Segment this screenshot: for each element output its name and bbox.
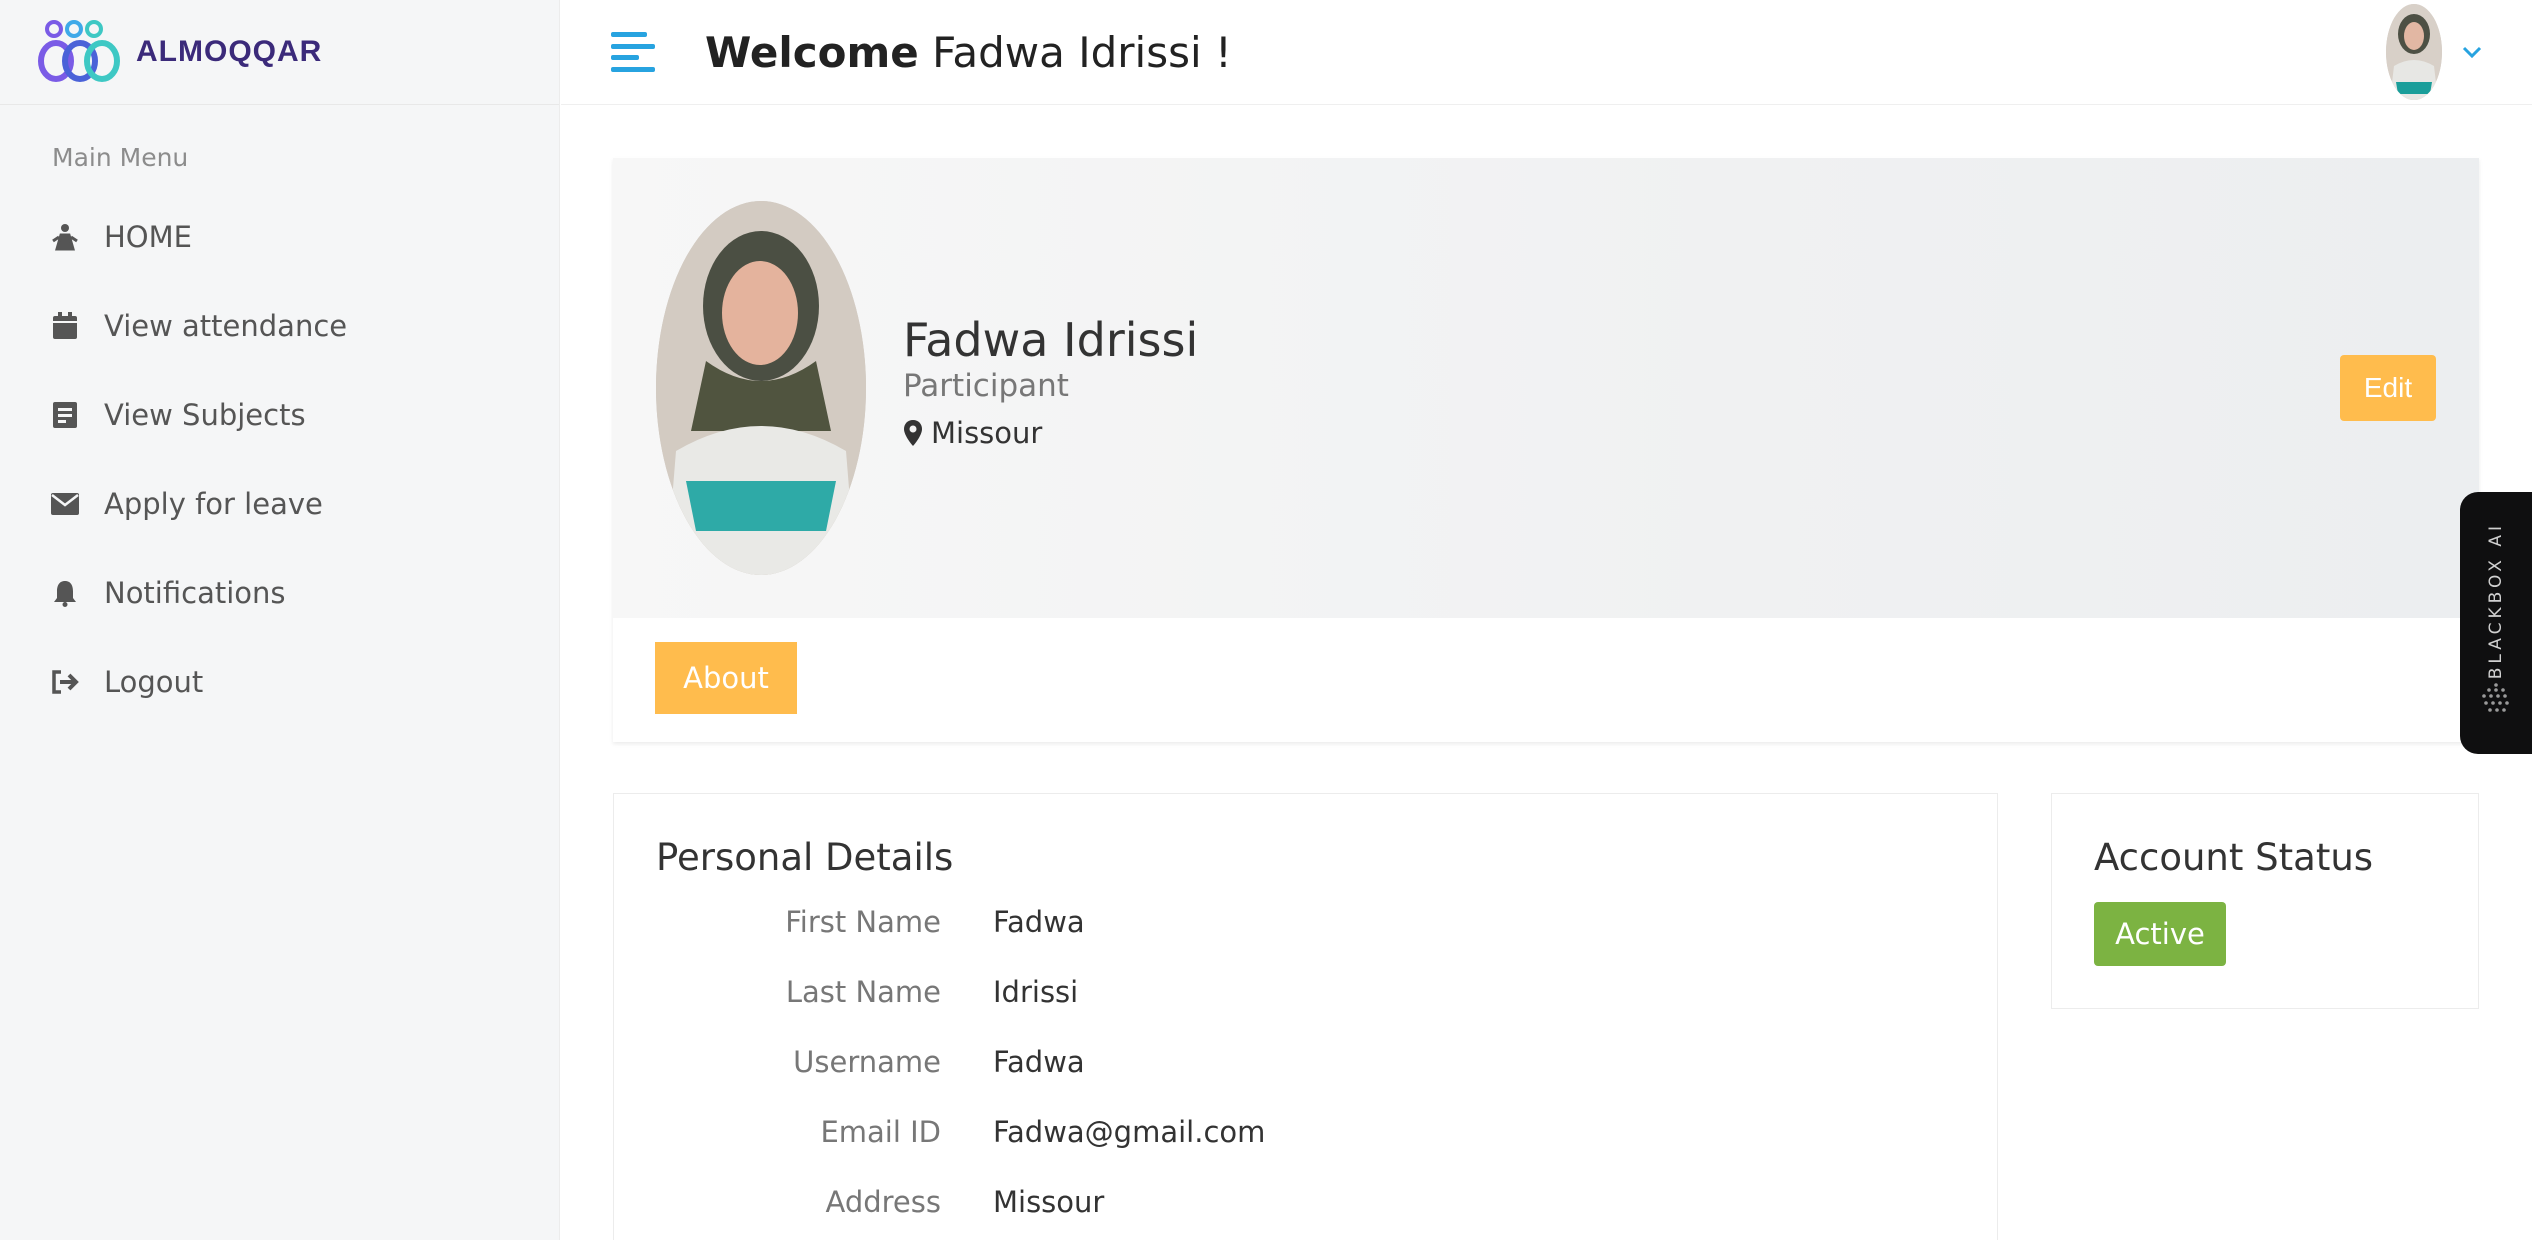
detail-row-last-name: Last Name Idrissi	[614, 972, 1997, 1012]
detail-row-username: Username Fadwa	[614, 1042, 1997, 1082]
sidebar-item-view-subjects[interactable]: View Subjects	[0, 370, 559, 459]
chevron-down-icon[interactable]	[2462, 43, 2482, 62]
profile-card: Fadwa Idrissi Participant Missour Edit A…	[613, 158, 2479, 742]
document-icon	[50, 400, 80, 430]
detail-row-first-name: First Name Fadwa	[614, 902, 1997, 942]
sidebar-item-label: Logout	[104, 664, 204, 699]
profile-photo	[656, 201, 866, 575]
calendar-icon	[50, 311, 80, 341]
main-menu-title: Main Menu	[52, 143, 189, 172]
top-header: Welcome Fadwa Idrissi !	[561, 0, 2532, 105]
sidebar-item-label: Notifications	[104, 575, 286, 610]
sidebar-item-view-attendance[interactable]: View attendance	[0, 281, 559, 370]
detail-key: First Name	[785, 905, 941, 939]
blackbox-ai-tab[interactable]: BLACKBOX AI	[2460, 492, 2532, 754]
detail-key: Email ID	[820, 1115, 941, 1149]
main-menu: HOME View attendance View Subjects Apply…	[0, 192, 559, 726]
edit-button[interactable]: Edit	[2340, 355, 2436, 421]
blackbox-dots-icon	[2480, 682, 2512, 718]
personal-details-card: Personal Details First Name Fadwa Last N…	[613, 793, 1998, 1240]
detail-value: Idrissi	[993, 975, 1079, 1009]
sidebar-item-apply-for-leave[interactable]: Apply for leave	[0, 459, 559, 548]
detail-row-email: Email ID Fadwa@gmail.com	[614, 1112, 1997, 1152]
brand-name: ALMOQQAR	[136, 35, 323, 68]
avatar	[2386, 4, 2442, 100]
detail-value: Fadwa@gmail.com	[993, 1115, 1266, 1149]
account-status-title: Account Status	[2094, 836, 2374, 879]
welcome-user-name: Fadwa Idrissi !	[932, 27, 1232, 77]
profile-header: Fadwa Idrissi Participant Missour Edit	[613, 158, 2479, 618]
detail-value: Fadwa	[993, 905, 1085, 939]
profile-role: Participant	[903, 368, 1069, 404]
sidebar-item-label: View Subjects	[104, 397, 306, 432]
profile-name: Fadwa Idrissi	[903, 313, 1199, 367]
almoqqar-logo-icon	[36, 19, 128, 85]
sidebar-item-home[interactable]: HOME	[0, 192, 559, 281]
envelope-icon	[50, 489, 80, 519]
detail-row-address: Address Missour	[614, 1182, 1997, 1222]
profile-location-text: Missour	[931, 416, 1043, 450]
sidebar-item-label: HOME	[104, 219, 192, 254]
detail-key: Address	[825, 1185, 942, 1219]
bell-icon	[50, 578, 80, 608]
menu-toggle-icon[interactable]	[611, 32, 655, 72]
sidebar-item-label: Apply for leave	[104, 486, 323, 521]
welcome-message: Welcome Fadwa Idrissi !	[705, 28, 1232, 77]
sidebar: ALMOQQAR Main Menu HOME View attendance …	[0, 0, 560, 1240]
user-menu[interactable]	[2386, 4, 2482, 100]
personal-details-title: Personal Details	[656, 836, 954, 879]
account-status-card: Account Status Active	[2051, 793, 2479, 1009]
detail-value: Fadwa	[993, 1045, 1085, 1079]
detail-value: Missour	[993, 1185, 1105, 1219]
tab-about[interactable]: About	[655, 642, 797, 714]
brand-logo[interactable]: ALMOQQAR	[0, 0, 559, 105]
detail-key: Last Name	[785, 975, 941, 1009]
map-pin-icon	[903, 419, 923, 447]
detail-key: Username	[793, 1045, 941, 1079]
sidebar-item-label: View attendance	[104, 308, 348, 343]
sidebar-item-logout[interactable]: Logout	[0, 637, 559, 726]
profile-location: Missour	[903, 416, 1042, 450]
welcome-label: Welcome	[705, 27, 919, 77]
home-icon	[50, 222, 80, 252]
blackbox-ai-label: BLACKBOX AI	[2486, 522, 2506, 680]
logout-icon	[50, 667, 80, 697]
status-badge: Active	[2094, 902, 2226, 966]
sidebar-item-notifications[interactable]: Notifications	[0, 548, 559, 637]
